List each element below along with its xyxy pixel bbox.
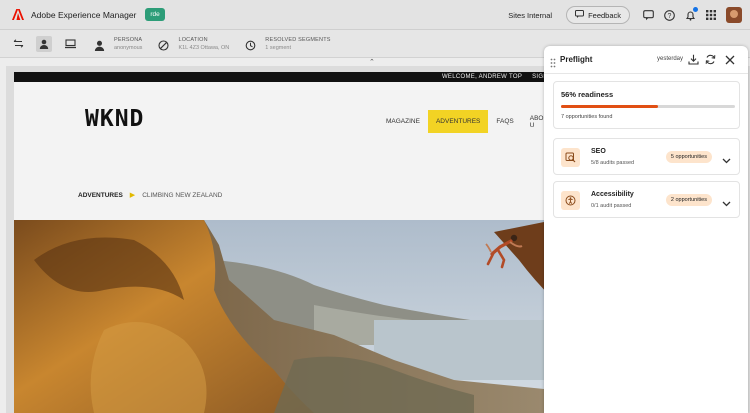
preflight-header: Preflight yesterday — [544, 46, 748, 74]
feedback-button[interactable]: Feedback — [566, 6, 630, 24]
seo-search-icon — [561, 148, 580, 167]
site-preview[interactable]: WELCOME, ANDREW TOP SIGN WKND MAGAZINE A… — [14, 72, 554, 413]
feedback-icon — [575, 10, 585, 20]
adobe-logo-icon[interactable] — [12, 9, 24, 21]
help-icon[interactable]: ? — [663, 9, 675, 21]
welcome-text: WELCOME, ANDREW TOP — [441, 74, 523, 80]
persona-icon — [94, 38, 106, 51]
last-run-date: yesterday — [657, 56, 684, 62]
site-header: WKND MAGAZINE ADVENTURES FAQS ABOUT U — [14, 82, 554, 154]
user-view-icon[interactable] — [36, 35, 52, 52]
breadcrumb-current: CLIMBING NEW ZEALAND — [142, 191, 223, 199]
readiness-title: 56% readiness — [561, 90, 614, 99]
segments-selector[interactable]: RESOLVED SEGMENTS 1 segment — [245, 37, 330, 51]
site-account-bar: WELCOME, ANDREW TOP SIGN — [14, 72, 554, 82]
segments-label: RESOLVED SEGMENTS — [265, 36, 331, 43]
breadcrumb-separator-icon: ▶ — [129, 192, 136, 199]
sites-internal-link[interactable]: Sites Internal — [508, 11, 552, 20]
breadcrumb: ADVENTURES ▶ CLIMBING NEW ZEALAND — [78, 191, 223, 200]
chat-icon[interactable] — [642, 9, 654, 21]
nav-adventures[interactable]: ADVENTURES — [427, 110, 489, 133]
refresh-icon[interactable] — [705, 54, 716, 65]
apps-grid-icon[interactable] — [705, 9, 717, 21]
device-desktop-icon[interactable] — [62, 36, 78, 52]
chevron-down-icon[interactable] — [722, 152, 731, 164]
hero-climbing-image — [14, 220, 554, 413]
persona-label: PERSONA — [114, 36, 143, 43]
feedback-label: Feedback — [588, 10, 621, 20]
notification-indicator — [693, 7, 698, 12]
history-clock-icon — [245, 38, 257, 50]
preflight-title: Preflight — [560, 55, 593, 64]
svg-text:?: ? — [667, 13, 671, 20]
drag-handle-icon[interactable] — [550, 55, 556, 68]
site-navigation: MAGAZINE ADVENTURES FAQS ABOUT U — [378, 110, 554, 133]
category-seo[interactable]: SEO 5/8 audits passed 5 opportunities — [553, 138, 740, 175]
readiness-progress-bar — [561, 105, 735, 108]
persona-selector[interactable]: PERSONA anonymous — [94, 37, 142, 51]
category-audits-passed: 0/1 audit passed — [591, 203, 632, 209]
opportunities-badge: 2 opportunities — [665, 194, 712, 206]
category-title: Accessibility — [591, 191, 634, 198]
close-icon[interactable] — [724, 54, 735, 65]
preflight-panel: Preflight yesterday 56% readiness 7 oppo… — [544, 46, 748, 413]
nav-faqs[interactable]: FAQS — [488, 118, 521, 125]
location-selector[interactable]: LOCATION K1L 4Z3 Ottawa, ON — [158, 37, 229, 51]
opportunities-badge: 5 opportunities — [665, 151, 712, 163]
opportunities-found-count: 7 opportunities found — [561, 114, 613, 120]
location-label: LOCATION — [178, 36, 208, 43]
category-title: SEO — [591, 148, 606, 155]
chevron-down-icon[interactable] — [722, 195, 731, 207]
download-icon[interactable] — [688, 54, 699, 65]
notifications-bell-icon[interactable] — [684, 7, 698, 21]
app-title[interactable]: Adobe Experience Manager — [31, 10, 136, 20]
top-bar: Adobe Experience Manager rde Sites Inter… — [0, 0, 750, 30]
category-audits-passed: 5/8 audits passed — [591, 160, 635, 166]
environment-badge: rde — [145, 8, 165, 21]
nav-magazine[interactable]: MAGAZINE — [378, 118, 428, 125]
user-avatar[interactable] — [726, 7, 742, 23]
persona-value: anonymous — [114, 44, 143, 51]
segments-value: 1 segment — [265, 44, 291, 51]
swap-arrows-icon[interactable] — [10, 36, 26, 52]
wknd-logo[interactable]: WKND — [85, 106, 144, 132]
collapse-toolbar-chevron-icon[interactable]: ⌃ — [369, 58, 375, 66]
location-off-icon — [158, 38, 170, 51]
location-value: K1L 4Z3 Ottawa, ON — [178, 44, 230, 51]
readiness-card: 56% readiness 7 opportunities found — [553, 81, 740, 129]
accessibility-icon — [561, 191, 580, 210]
readiness-progress-fill — [561, 105, 659, 108]
category-accessibility[interactable]: Accessibility 0/1 audit passed 2 opportu… — [553, 181, 740, 218]
breadcrumb-adventures[interactable]: ADVENTURES — [78, 192, 123, 199]
